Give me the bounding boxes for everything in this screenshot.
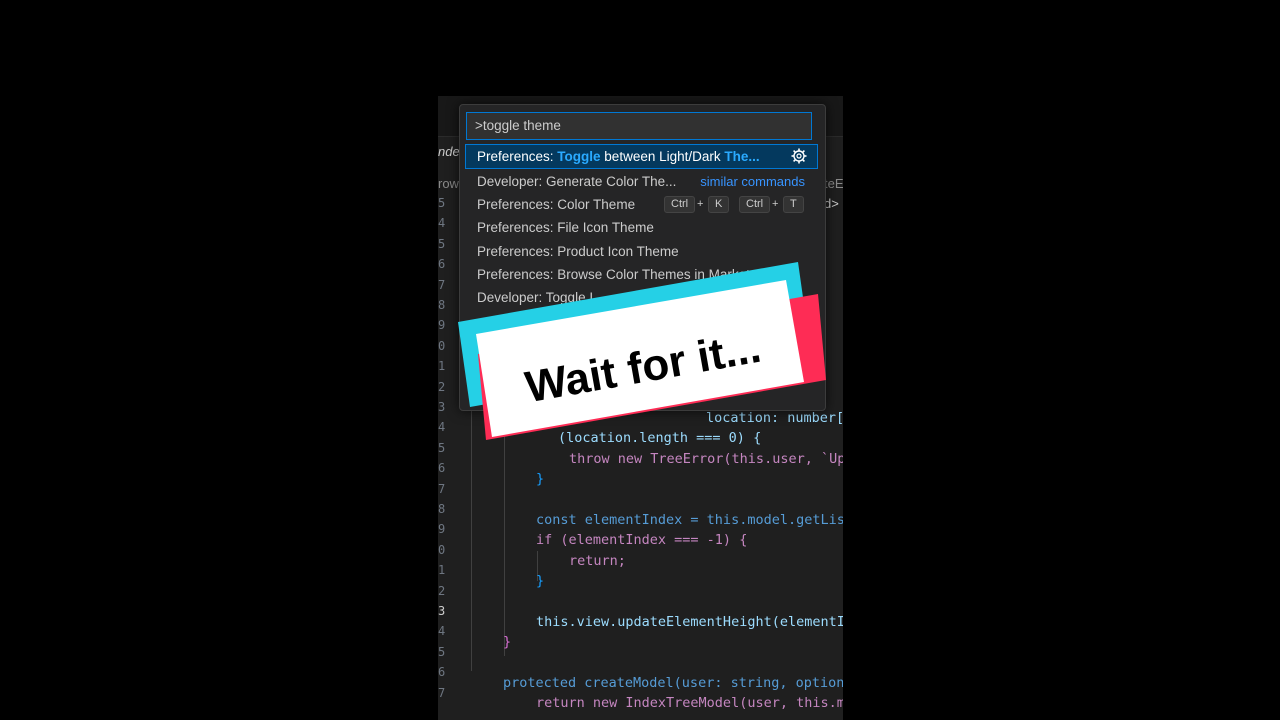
keybinding-key: Ctrl — [664, 196, 696, 213]
code-line: throw new TreeError(this.user, `Up — [569, 451, 843, 467]
line-number: 9 — [438, 318, 446, 333]
indent-guide — [471, 411, 472, 671]
editor-tab-fragment[interactable]: nde — [438, 144, 460, 159]
code-line: } — [536, 471, 545, 487]
line-number: 2 — [438, 379, 446, 394]
command-palette-input[interactable] — [466, 112, 812, 140]
line-number: 4 — [438, 216, 446, 231]
line-number: 4 — [438, 420, 446, 435]
command-item-file-icon-theme[interactable]: Preferences: File Icon Theme — [466, 216, 817, 239]
line-number: 8 — [438, 502, 446, 516]
similar-commands-link[interactable]: similar commands — [700, 170, 805, 193]
caption-sticker: Wait for it... — [458, 262, 826, 440]
gear-icon[interactable] — [791, 148, 807, 164]
line-number: 1 — [438, 563, 446, 578]
breadcrumb-right[interactable]: teE — [824, 176, 843, 191]
code-line: return new IndexTreeModel(user, this.m — [536, 695, 843, 711]
code-line: protected createModel(user: string, opti… — [503, 675, 843, 691]
line-number: 5 — [438, 196, 446, 210]
line-number: 3 — [438, 604, 446, 618]
code-line: this.view.updateElementHeight(elementI — [536, 614, 843, 630]
breadcrumb-left[interactable]: row — [438, 176, 459, 191]
command-item-label: Preferences: Product Icon Theme — [477, 244, 679, 259]
line-number: 2 — [438, 583, 446, 598]
keybinding-key: T — [783, 196, 804, 213]
line-number: 0 — [438, 338, 446, 353]
line-number: 6 — [438, 665, 446, 680]
command-item-label: Preferences: Color Theme — [477, 197, 636, 212]
line-number: 3 — [438, 400, 446, 414]
command-item-label: Preferences: Toggle between Light/Dark T… — [477, 149, 760, 164]
command-item-product-icon-theme[interactable]: Preferences: Product Icon Theme — [466, 240, 817, 263]
code-line: } — [536, 573, 545, 589]
command-item-generate-color-theme[interactable]: Developer: Generate Color The... similar… — [466, 170, 817, 193]
line-number: 1 — [438, 359, 446, 374]
breadcrumb-tag: d> — [824, 196, 839, 211]
line-number: 7 — [438, 481, 446, 496]
line-number: 8 — [438, 298, 446, 312]
keybinding-plus: + — [697, 198, 704, 210]
line-number: 7 — [438, 685, 446, 700]
command-item-label: Preferences: File Icon Theme — [477, 220, 654, 235]
code-line: if (elementIndex === -1) { — [536, 532, 748, 548]
line-number: 9 — [438, 522, 446, 537]
line-number: 6 — [438, 461, 446, 476]
keybinding-plus: + — [772, 198, 779, 210]
line-number: 5 — [438, 644, 446, 659]
keybinding-key: K — [708, 196, 730, 213]
code-line: return; — [569, 553, 626, 569]
line-number: 7 — [438, 277, 446, 292]
command-item-toggle-theme[interactable]: Preferences: Toggle between Light/Dark T… — [465, 144, 818, 169]
indent-guide — [504, 411, 505, 656]
line-number: 6 — [438, 257, 446, 272]
line-number: 0 — [438, 542, 446, 557]
command-item-label: Developer: Generate Color The... — [477, 174, 677, 189]
code-line: const elementIndex = this.model.getLis — [536, 512, 843, 528]
line-number: 5 — [438, 236, 446, 251]
code-line: } — [503, 634, 512, 650]
command-item-color-theme[interactable]: Preferences: Color Theme Ctrl + K Ctrl +… — [466, 193, 817, 216]
keybinding-key: Ctrl — [739, 196, 771, 213]
line-number: 5 — [438, 440, 446, 455]
line-number: 4 — [438, 624, 446, 639]
